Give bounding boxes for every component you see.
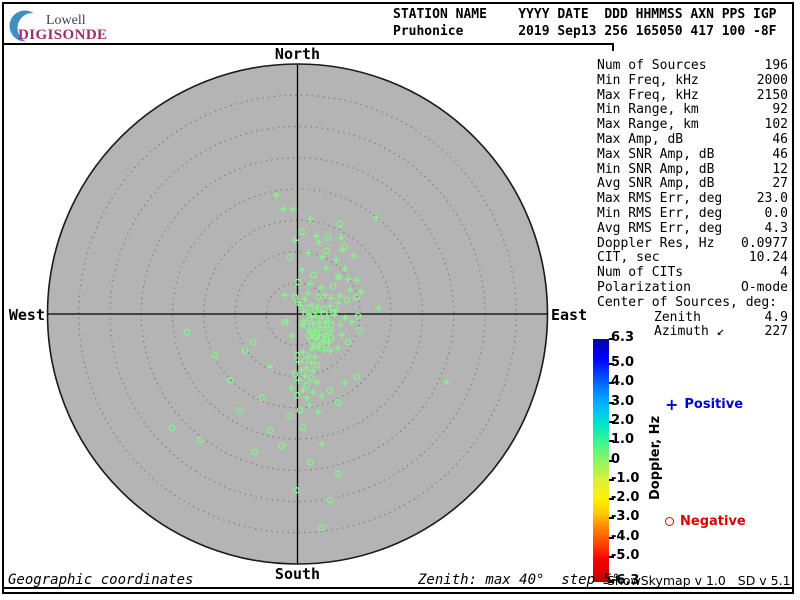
stats-row: Avg SNR Amp, dB 27 bbox=[597, 177, 788, 192]
stats-row: Polarization O-mode bbox=[597, 281, 788, 296]
footer-separator-line bbox=[2, 587, 794, 589]
stats-value: 2000 bbox=[757, 74, 788, 89]
stats-value: 12 bbox=[772, 163, 788, 178]
stats-value: 27 bbox=[772, 177, 788, 192]
stats-label: Center of Sources, deg: bbox=[597, 296, 777, 311]
stats-value: 4.3 bbox=[765, 222, 788, 237]
logo-text-digisonde: DIGISONDE bbox=[18, 27, 107, 44]
stats-row: Max SNR Amp, dB 46 bbox=[597, 148, 788, 163]
doppler-colorbar: 6.35.04.03.02.01.00-1.0-2.0-3.0-4.0-5.0-… bbox=[593, 339, 609, 582]
colorbar-tick-label: -3.0 bbox=[611, 509, 639, 524]
colorbar-tick-label: -1.0 bbox=[611, 471, 639, 486]
stats-label: Max RMS Err, deg bbox=[597, 192, 722, 207]
legend-positive-label: Positive bbox=[684, 397, 743, 412]
stats-label: Avg RMS Err, deg bbox=[597, 222, 722, 237]
compass-west-label: West bbox=[0, 306, 45, 324]
stats-label: Min Range, km bbox=[597, 103, 699, 118]
colorbar-tick-label: 4.0 bbox=[611, 374, 634, 389]
stats-row: Center of Sources, deg: bbox=[597, 296, 788, 311]
stats-label: Polarization bbox=[597, 281, 691, 296]
stats-label: CIT, sec bbox=[597, 251, 660, 266]
stats-value: 4 bbox=[780, 266, 788, 281]
legend-positive: + Positive bbox=[665, 397, 743, 412]
stats-label: Num of Sources bbox=[597, 59, 707, 74]
compass-south-label: South bbox=[255, 565, 340, 583]
stats-value: 0.0977 bbox=[741, 237, 788, 252]
legend-negative-label: Negative bbox=[680, 514, 746, 529]
stats-value: 4.9 bbox=[765, 311, 788, 326]
colorbar-tick-label: 5.0 bbox=[611, 355, 634, 370]
header-column-titles: STATION NAME YYYY DATE DDD HHMMSS AXN PP… bbox=[393, 7, 777, 22]
stats-value: 92 bbox=[772, 103, 788, 118]
coordinates-mode-label: Geographic coordinates bbox=[8, 572, 193, 588]
showskymap-window: Lowell DIGISONDE STATION NAME YYYY DATE … bbox=[0, 0, 800, 600]
stats-row: Max Freq, kHz 2150 bbox=[597, 89, 788, 104]
stats-label: Max SNR Amp, dB bbox=[597, 148, 714, 163]
stats-row: Max Range, km 102 bbox=[597, 118, 788, 133]
stats-row: Max Amp, dB 46 bbox=[597, 133, 788, 148]
stats-row: Num of Sources 196 bbox=[597, 59, 788, 74]
stats-label: Min SNR Amp, dB bbox=[597, 163, 714, 178]
stats-value: 102 bbox=[765, 118, 788, 133]
colorbar-tick-label: 1.0 bbox=[611, 432, 634, 447]
stats-row: Min Range, km 92 bbox=[597, 103, 788, 118]
stats-row: Max RMS Err, deg 23.0 bbox=[597, 192, 788, 207]
circle-marker-icon bbox=[665, 517, 674, 526]
stats-label: Num of CITs bbox=[597, 266, 683, 281]
stats-label: Zenith bbox=[597, 311, 701, 326]
stats-label: Max Range, km bbox=[597, 118, 699, 133]
stats-row: CIT, sec 10.24 bbox=[597, 251, 788, 266]
stats-value: O-mode bbox=[741, 281, 788, 296]
stats-value: 2150 bbox=[757, 89, 788, 104]
header-station-values: Pruhonice 2019 Sep13 256 165050 417 100 … bbox=[393, 24, 777, 39]
stats-label: Min Freq, kHz bbox=[597, 74, 699, 89]
colorbar-tick-label: 2.0 bbox=[611, 413, 634, 428]
stats-value: 196 bbox=[765, 59, 788, 74]
stats-row: Min RMS Err, deg 0.0 bbox=[597, 207, 788, 222]
stats-row: Zenith 4.9 bbox=[597, 311, 788, 326]
stats-value: 46 bbox=[772, 133, 788, 148]
stats-row: Num of CITs 4 bbox=[597, 266, 788, 281]
stats-label: Max Freq, kHz bbox=[597, 89, 699, 104]
zenith-range-label: Zenith: max 40° step 5° bbox=[418, 572, 620, 588]
measurement-stats-panel: Num of Sources196Min Freq, kHz2000Max Fr… bbox=[597, 59, 788, 340]
stats-value: 23.0 bbox=[757, 192, 788, 207]
colorbar-tick-label: 6.3 bbox=[611, 330, 634, 345]
plus-marker-icon: + bbox=[665, 398, 678, 411]
stats-label: Avg SNR Amp, dB bbox=[597, 177, 714, 192]
app-version-label: ShowSkymap v 1.0 SD v 5.1 bbox=[607, 573, 791, 588]
stats-row: Avg RMS Err, deg 4.3 bbox=[597, 222, 788, 237]
legend-negative: Negative bbox=[665, 514, 746, 529]
colorbar-tick-label: -2.0 bbox=[611, 490, 639, 505]
compass-north-label: North bbox=[255, 45, 340, 63]
stats-value: 10.24 bbox=[749, 251, 788, 266]
stats-value: 46 bbox=[772, 148, 788, 163]
stats-row: Min SNR Amp, dB 12 bbox=[597, 163, 788, 178]
colorbar-tick-label: 3.0 bbox=[611, 394, 634, 409]
stats-label: Max Amp, dB bbox=[597, 133, 683, 148]
skymap-plot bbox=[0, 45, 632, 590]
colorbar-tick-label: 0 bbox=[611, 452, 620, 467]
stats-label: Doppler Res, Hz bbox=[597, 237, 714, 252]
stats-value: 227 bbox=[765, 325, 788, 340]
colorbar-axis-title: Doppler, Hz bbox=[648, 416, 663, 500]
colorbar-tick-label: -5.0 bbox=[611, 548, 639, 563]
colorbar-tick-label: -4.0 bbox=[611, 529, 639, 544]
stats-label: Min RMS Err, deg bbox=[597, 207, 722, 222]
stats-value: 0.0 bbox=[765, 207, 788, 222]
stats-row: Doppler Res, Hz 0.0977 bbox=[597, 237, 788, 252]
stats-row: Min Freq, kHz 2000 bbox=[597, 74, 788, 89]
